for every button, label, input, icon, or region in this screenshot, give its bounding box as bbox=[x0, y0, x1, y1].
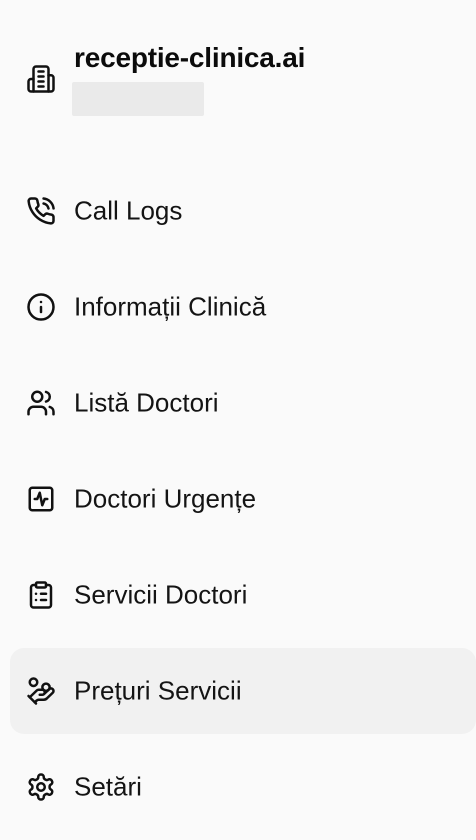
phone-call-icon bbox=[24, 194, 58, 228]
sidebar-header: receptie-clinica.ai bbox=[24, 42, 464, 122]
sidebar-nav: Call Logs Informații Clinică Listă Docto… bbox=[10, 168, 476, 840]
sidebar-item-label: Prețuri Servicii bbox=[74, 675, 242, 706]
sidebar-item-label: Doctori Urgențe bbox=[74, 483, 257, 514]
clipboard-list-icon bbox=[24, 578, 58, 612]
activity-square-icon bbox=[24, 482, 58, 516]
sidebar-item-label: Setări bbox=[74, 771, 142, 802]
building-icon bbox=[24, 62, 58, 96]
users-icon bbox=[24, 386, 58, 420]
sidebar-item-emergency-doctors[interactable]: Doctori Urgențe bbox=[10, 456, 476, 542]
sidebar-item-label: Servicii Doctori bbox=[74, 579, 248, 610]
sidebar-item-label: Listă Doctori bbox=[74, 387, 219, 418]
app-title: receptie-clinica.ai bbox=[74, 42, 306, 73]
info-icon bbox=[24, 290, 58, 324]
sidebar-item-service-prices[interactable]: Prețuri Servicii bbox=[10, 648, 476, 734]
sidebar-item-label: Call Logs bbox=[74, 195, 183, 226]
sidebar-item-doctor-services[interactable]: Servicii Doctori bbox=[10, 552, 476, 638]
sidebar-item-doctors-list[interactable]: Listă Doctori bbox=[10, 360, 476, 446]
sidebar-item-settings[interactable]: Setări bbox=[10, 744, 476, 830]
sidebar-item-call-logs[interactable]: Call Logs bbox=[10, 168, 476, 254]
hand-coins-icon bbox=[24, 674, 58, 708]
redacted-subtitle bbox=[72, 82, 204, 116]
sidebar-item-label: Informații Clinică bbox=[74, 291, 267, 322]
sidebar-item-clinic-info[interactable]: Informații Clinică bbox=[10, 264, 476, 350]
sidebar: receptie-clinica.ai Call Logs Informații… bbox=[0, 0, 476, 838]
gear-icon bbox=[24, 770, 58, 804]
